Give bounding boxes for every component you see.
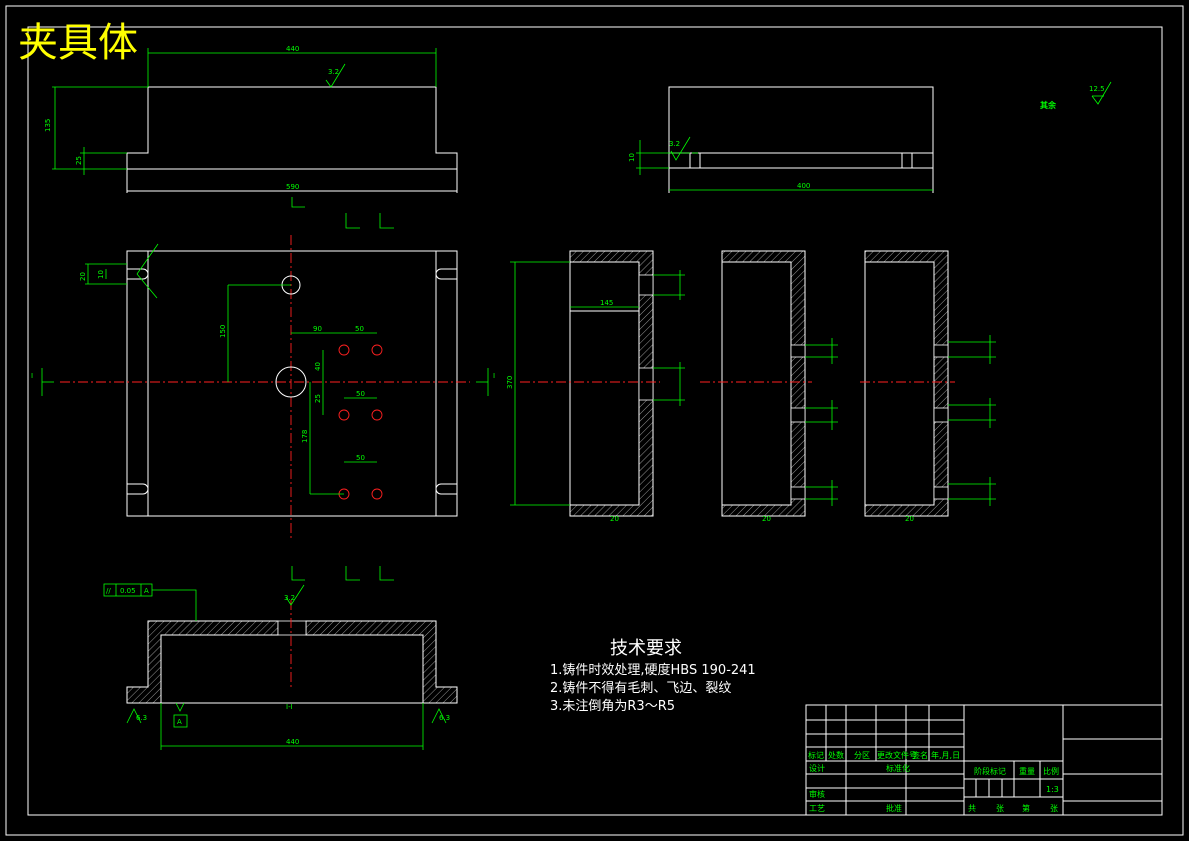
tb-sign: 签名: [912, 750, 928, 760]
dim-150: 150: [219, 325, 227, 338]
tb-scale: 1:3: [1046, 785, 1059, 794]
dim-590: 590: [286, 183, 299, 191]
slot-bottom-right: [435, 483, 457, 495]
tb-change-doc: 更改文件号: [877, 750, 917, 760]
tb-weight: 重量: [1019, 766, 1035, 776]
dim-25: 25: [314, 394, 322, 403]
tech-req-item-1: 1.铸件时效处理,硬度HBS 190-241: [550, 662, 756, 678]
tb-sheet-no: 第: [1022, 803, 1030, 813]
roughness-side: 3.2: [669, 140, 680, 148]
tb-design: 设计: [809, 763, 825, 773]
dim-25: 25: [75, 156, 83, 165]
drawing-title: 夹具体: [18, 20, 138, 66]
roughness-top: 3.2: [328, 68, 339, 76]
bottom-section-view: 440 I-I // 0.05 A A 3.2 6.3 6.3: [103, 583, 458, 750]
dim-depth-1: 20: [610, 515, 619, 523]
dim-50-b: 50: [356, 390, 365, 398]
section-mark-right: I: [493, 372, 495, 380]
slot-top-right: [435, 268, 457, 280]
tb-total: 共: [968, 804, 976, 813]
roughness-bottom-left: 6.3: [136, 714, 147, 722]
engineering-drawing: 夹具体 440 3.2 135 25 590 400 10 3.2 其余 12.…: [5, 5, 1184, 836]
tech-req-item-2: 2.铸件不得有毛刺、飞边、裂纹: [550, 680, 731, 696]
tech-req-heading: 技术要求: [610, 638, 682, 659]
tb-zone: 分区: [854, 751, 870, 760]
tb-date: 年,月,日: [931, 750, 960, 760]
section-view-3: 20: [860, 250, 996, 523]
dim-40: 40: [314, 362, 322, 371]
dim-145: 145: [600, 299, 613, 307]
datum-label: A: [177, 718, 182, 726]
tb-mark: 标记: [808, 750, 824, 760]
roughness-note-value: 12.5: [1089, 85, 1105, 93]
dim-90: 90: [313, 325, 322, 333]
inner-frame: [27, 26, 1163, 816]
dim-slot-10: 10: [97, 270, 105, 279]
tb-scale-label: 比例: [1043, 766, 1059, 776]
tolerance-datum: A: [144, 587, 149, 595]
section-label-bottom: I-I: [286, 703, 293, 711]
roughness-note-label: 其余: [1040, 100, 1057, 110]
plan-view: 150 90 50 40 50 25 178 50 20 10 I I: [31, 213, 495, 581]
tb-sheet-unit: 张: [996, 804, 1004, 813]
slot-bottom-left: [127, 483, 149, 495]
tb-sheet-unit2: 张: [1050, 804, 1058, 813]
dim-440-top: 440: [286, 45, 299, 53]
dim-depth-2: 20: [762, 515, 771, 523]
side-view: 400 10 3.2: [628, 86, 934, 193]
tech-req-item-3: 3.未注倒角为R3～R5: [550, 699, 675, 714]
title-block: 标记 处数 分区 更改文件号 签名 年,月,日 设计 标准化 审核 工艺 批准 …: [805, 704, 1163, 816]
dim-400: 400: [797, 182, 810, 190]
dim-10: 10: [628, 153, 636, 162]
dim-440-bottom: 440: [286, 738, 299, 746]
tolerance-value: 0.05: [120, 587, 136, 595]
tech-requirements: 技术要求 1.铸件时效处理,硬度HBS 190-241 2.铸件不得有毛刺、飞边…: [550, 638, 756, 714]
dim-50-a: 50: [355, 325, 364, 333]
dim-slot-20: 20: [79, 272, 87, 281]
dim-370: 370: [506, 376, 514, 389]
roughness-bottom-center: 3.2: [284, 594, 295, 602]
section-view-2: 20: [700, 250, 838, 523]
tb-approve: 批准: [886, 803, 902, 813]
front-view-top: 440 3.2 135 25 590: [44, 45, 458, 208]
dim-135: 135: [44, 119, 52, 132]
section-mark-left: I: [31, 372, 33, 380]
dim-178: 178: [301, 430, 309, 443]
tb-standardize: 标准化: [886, 763, 910, 773]
tb-stage-mark: 阶段标记: [974, 766, 1006, 776]
tb-count: 处数: [828, 750, 844, 760]
tb-check: 审核: [809, 789, 825, 799]
roughness-bottom-right: 6.3: [439, 714, 450, 722]
tolerance-symbol: //: [106, 587, 111, 595]
dim-50-c: 50: [356, 454, 365, 462]
section-view-1: 370 145 20: [506, 250, 685, 523]
tb-process: 工艺: [809, 804, 825, 813]
dim-depth-3: 20: [905, 515, 914, 523]
